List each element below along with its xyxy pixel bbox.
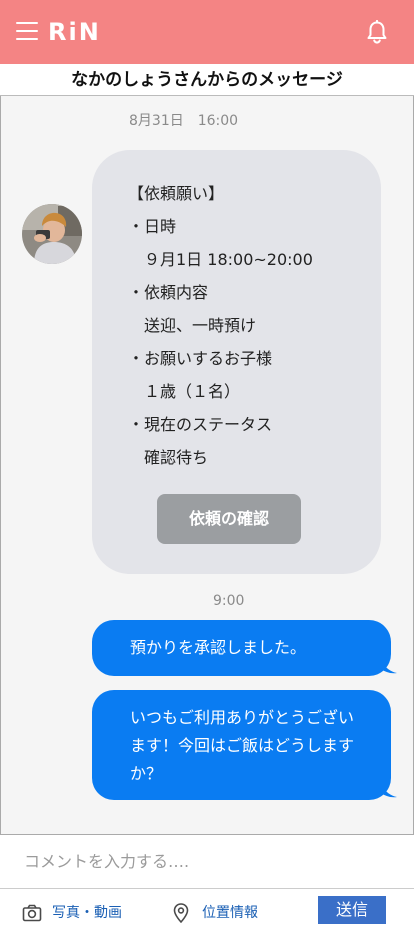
request-line: ・依頼内容 — [128, 283, 209, 302]
timestamp: 8月31日 16:00 — [129, 113, 239, 129]
message-text: 預かりを承認しました。 — [130, 638, 307, 657]
message-composer: 写真・動画 位置情報 送信 — [0, 835, 414, 928]
confirm-request-button[interactable]: 依頼の確認 — [157, 494, 301, 544]
send-button[interactable]: 送信 — [318, 896, 386, 924]
bell-icon[interactable] — [366, 20, 388, 44]
request-line: 送迎、一時預け — [128, 316, 257, 335]
request-line: ・日時 — [128, 217, 177, 236]
app-header: RiN — [0, 0, 414, 64]
request-message-bubble: 【依頼願い】 ・日時 ９月1日 18:00~20:00 ・依頼内容 送迎、一時預… — [92, 150, 381, 574]
request-line: １歳（１名） — [128, 382, 241, 401]
thread-title: なかのしょうさんからのメッセージ — [0, 64, 414, 96]
request-line: ・現在のステータス — [128, 415, 273, 434]
timestamp: 9:00 — [213, 593, 245, 609]
outgoing-message-bubble: いつもご利用ありがとうございます！今回はご飯はどうしますか？ — [92, 690, 397, 800]
request-line: ・お願いするお子様 — [128, 349, 273, 368]
attach-media-button[interactable]: 写真・動画 — [22, 901, 142, 925]
request-line: 確認待ち — [128, 448, 209, 467]
outgoing-message-bubble: 預かりを承認しました。 — [92, 620, 397, 676]
location-pin-icon — [173, 903, 189, 923]
camera-icon — [22, 904, 42, 922]
hamburger-menu-icon[interactable] — [16, 21, 38, 41]
bubble-tail — [381, 660, 397, 674]
sender-avatar[interactable] — [22, 204, 82, 264]
chat-thread[interactable]: 8月31日 16:00 【依頼願い】 ・日時 ９月1日 18:00~20:00 … — [0, 96, 414, 835]
bubble-tail — [381, 784, 397, 798]
request-line: ９月1日 18:00~20:00 — [128, 250, 313, 269]
message-text: いつもご利用ありがとうございます！今回はご飯はどうしますか？ — [130, 708, 355, 783]
request-heading: 【依頼願い】 — [128, 184, 225, 203]
app-logo: RiN — [48, 18, 101, 46]
share-location-button[interactable]: 位置情報 — [172, 901, 272, 925]
comment-input[interactable] — [0, 835, 414, 889]
share-location-label: 位置情報 — [202, 905, 258, 921]
attach-media-label: 写真・動画 — [52, 905, 122, 921]
